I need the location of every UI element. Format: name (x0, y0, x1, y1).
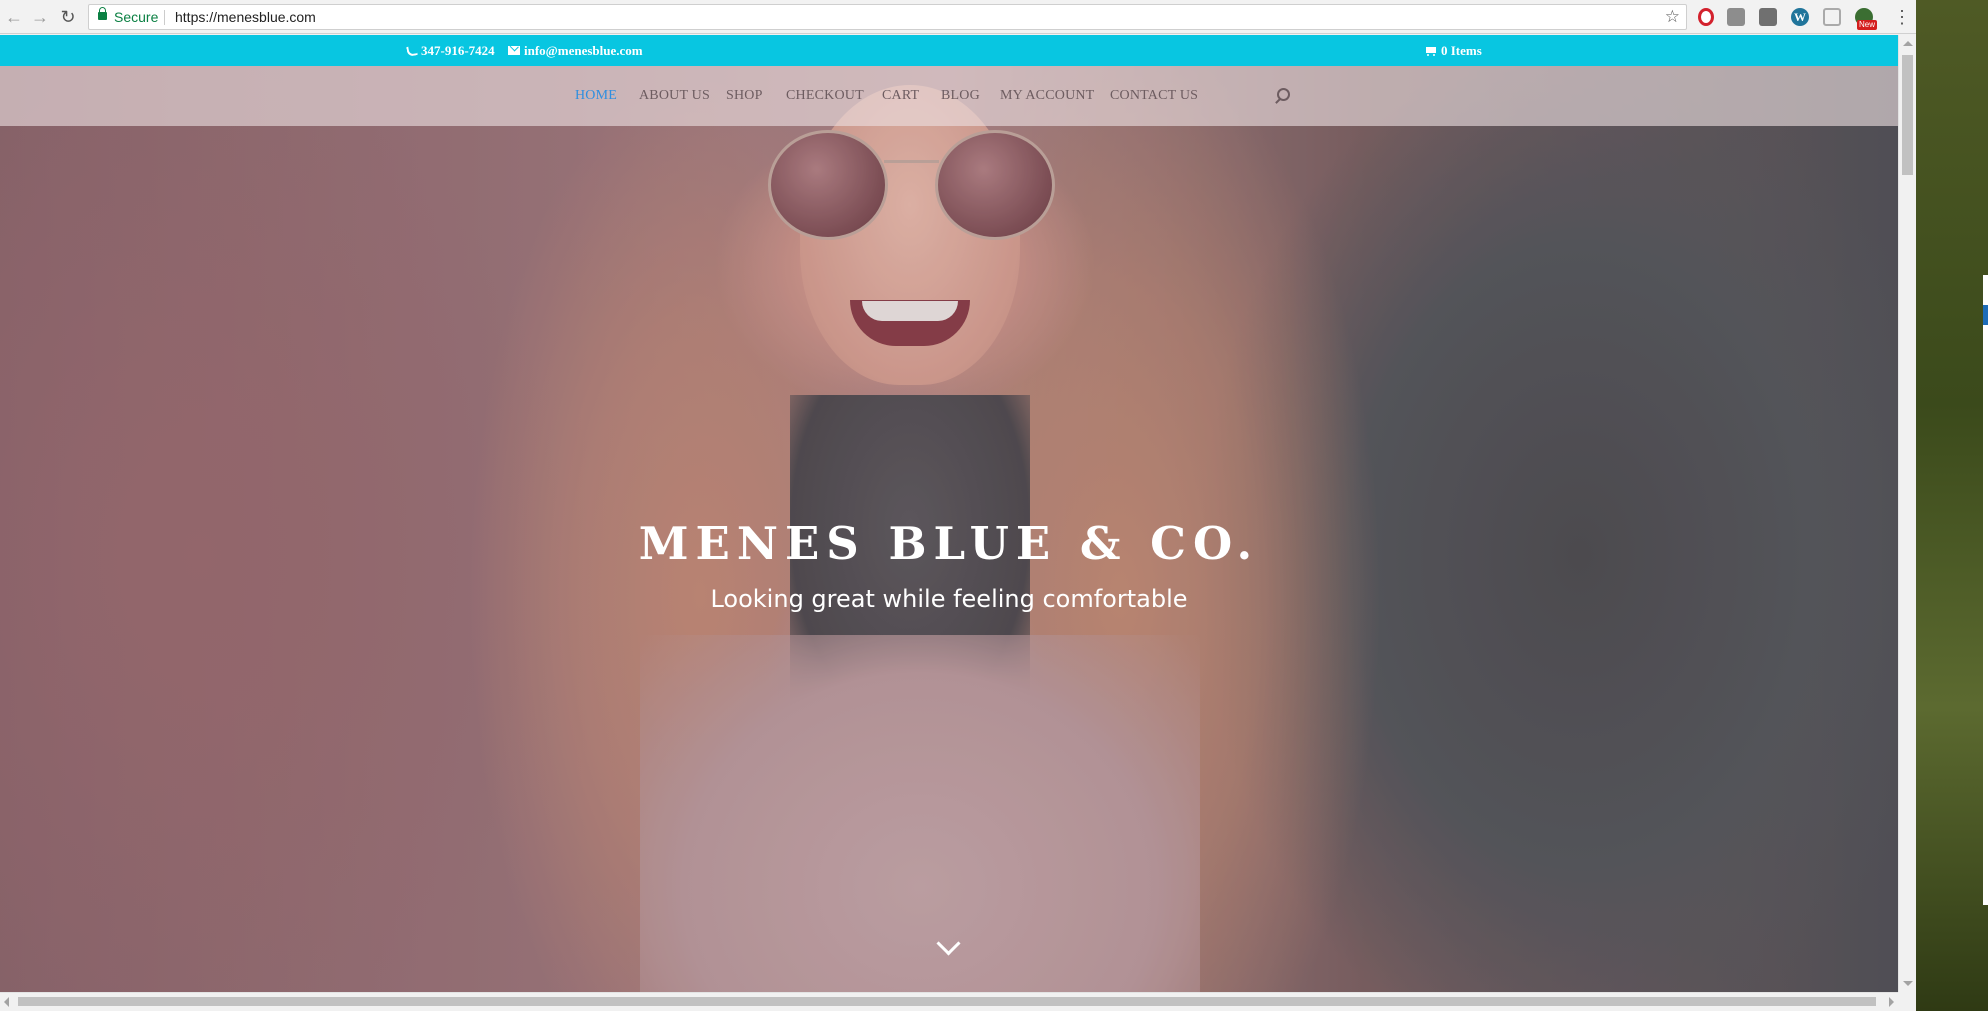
chevron-down-icon[interactable] (937, 935, 959, 957)
extension-icon[interactable] (1759, 8, 1777, 26)
address-divider (164, 10, 165, 25)
scroll-up-arrow-icon[interactable] (1903, 41, 1913, 46)
scroll-down-arrow-icon[interactable] (1903, 981, 1913, 986)
hero-subtitle: Looking great while feeling comfortable (710, 585, 1188, 613)
vertical-scrollbar[interactable] (1898, 35, 1916, 992)
email-address[interactable]: info@menesblue.com (524, 35, 643, 66)
email-contact[interactable]: info@menesblue.com (508, 35, 643, 66)
new-badge: New (1857, 20, 1878, 30)
secure-label: Secure (114, 9, 159, 25)
url-text[interactable]: https://menesblue.com (175, 5, 316, 29)
address-bar[interactable]: Secure https://menesblue.com ☆ (88, 4, 1687, 30)
nav-item-blog[interactable]: BLOG (941, 66, 980, 126)
horizontal-scroll-thumb[interactable] (18, 997, 1876, 1006)
horizontal-scrollbar[interactable] (0, 992, 1898, 1010)
browser-window: ← → ↻ Secure https://menesblue.com ☆ W N… (0, 0, 1916, 1011)
extension-icon[interactable] (1727, 8, 1745, 26)
wordpress-icon[interactable]: W (1791, 8, 1809, 26)
nav-item-about-us[interactable]: ABOUT US (639, 66, 710, 126)
desktop-background (1916, 0, 1988, 1011)
back-arrow-icon[interactable]: ← (2, 5, 26, 29)
nav-item-home[interactable]: HOME (575, 66, 617, 126)
search-icon[interactable] (1277, 88, 1290, 101)
vertical-scroll-thumb[interactable] (1902, 55, 1913, 175)
nav-item-contact-us[interactable]: CONTACT US (1110, 66, 1198, 126)
hero-background-image (0, 35, 1898, 992)
hero-title: MENES BLUE & CO. (638, 517, 1260, 570)
browser-toolbar: ← → ↻ Secure https://menesblue.com ☆ W N… (0, 0, 1916, 34)
top-info-bar: 347-916-7424 info@menesblue.com 0 Items (0, 35, 1898, 66)
background-window-edge (1983, 275, 1988, 905)
opera-icon[interactable] (1698, 8, 1714, 26)
lock-icon (98, 7, 107, 20)
main-navigation: HOME ABOUT US SHOP CHECKOUT CART BLOG MY… (0, 66, 1898, 126)
page-viewport: 347-916-7424 info@menesblue.com 0 Items … (0, 35, 1898, 992)
browser-menu-icon[interactable]: ⋮ (1893, 4, 1911, 30)
forward-arrow-icon[interactable]: → (28, 5, 52, 29)
phone-icon (406, 44, 418, 57)
reload-icon[interactable]: ↻ (56, 5, 80, 29)
bookmark-star-icon[interactable]: ☆ (1665, 5, 1680, 29)
mail-icon (508, 46, 520, 55)
phone-contact[interactable]: 347-916-7424 (406, 35, 495, 66)
cart-icon (1424, 46, 1437, 56)
background-window-accent (1983, 305, 1988, 325)
nav-item-checkout[interactable]: CHECKOUT (786, 66, 864, 126)
scroll-left-arrow-icon[interactable] (4, 997, 9, 1007)
scroll-right-arrow-icon[interactable] (1889, 997, 1894, 1007)
hero-overlay (0, 35, 1898, 992)
nav-item-cart[interactable]: CART (882, 66, 919, 126)
cart-count[interactable]: 0 Items (1441, 35, 1482, 66)
nav-item-shop[interactable]: SHOP (726, 66, 763, 126)
extension-icon[interactable] (1823, 8, 1841, 26)
phone-number[interactable]: 347-916-7424 (421, 35, 495, 66)
cart-summary[interactable]: 0 Items (1424, 35, 1482, 66)
nav-item-my-account[interactable]: MY ACCOUNT (1000, 66, 1094, 126)
